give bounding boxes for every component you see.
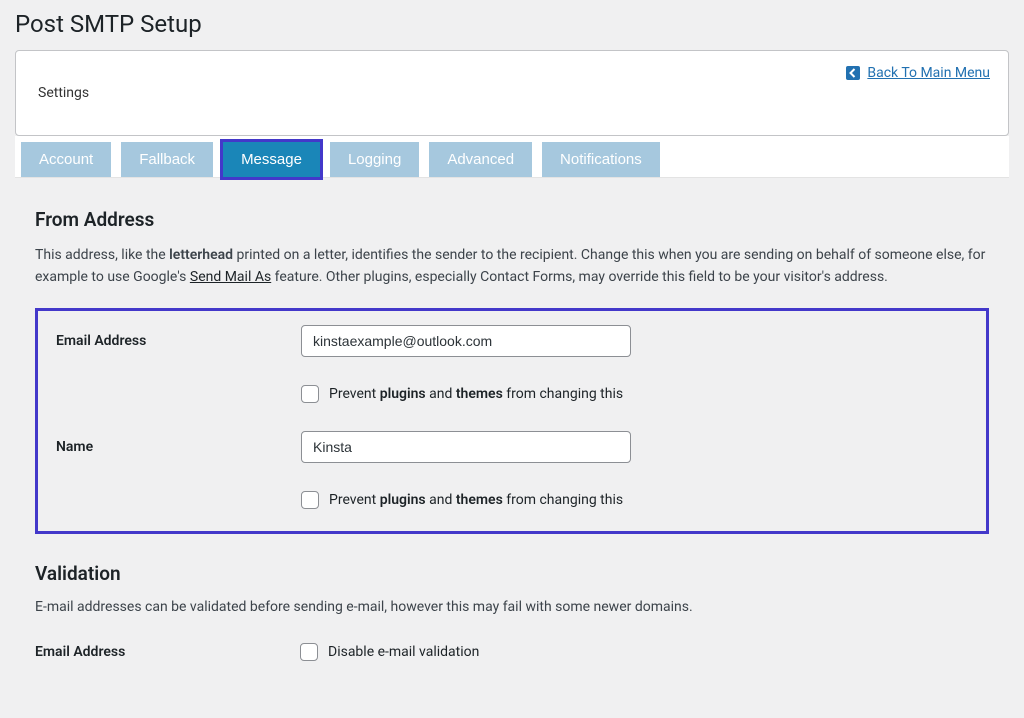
tab-content: From Address This address, like the lett… — [15, 178, 1009, 661]
check-text: and — [426, 492, 456, 508]
desc-text: feature. Other plugins, especially Conta… — [271, 269, 888, 285]
check-bold: plugins — [380, 386, 426, 402]
name-label: Name — [56, 439, 301, 455]
check-bold: themes — [456, 492, 503, 508]
disable-validation-label: Disable e-mail validation — [328, 644, 479, 660]
from-address-description: This address, like the letterhead printe… — [35, 245, 989, 288]
send-mail-as-link[interactable]: Send Mail As — [190, 269, 271, 285]
settings-header-card: Back To Main Menu Settings — [15, 50, 1009, 136]
check-bold: plugins — [380, 492, 426, 508]
from-address-heading: From Address — [35, 208, 989, 231]
prevent-change-name-row: Prevent plugins and themes from changing… — [56, 491, 968, 509]
email-address-row: Email Address — [56, 325, 968, 357]
back-arrow-icon — [845, 65, 861, 81]
page-title: Post SMTP Setup — [15, 10, 1009, 38]
disable-validation-checkbox[interactable] — [300, 643, 318, 661]
prevent-change-name-checkbox[interactable] — [301, 491, 319, 509]
name-field[interactable] — [301, 431, 631, 463]
tabs-row: Account Fallback Message Logging Advance… — [15, 136, 1009, 178]
tab-message[interactable]: Message — [223, 142, 320, 177]
check-text: Prevent — [329, 492, 380, 508]
email-address-field[interactable] — [301, 325, 631, 357]
desc-bold: letterhead — [169, 247, 233, 263]
tab-account[interactable]: Account — [21, 142, 111, 177]
check-text: and — [426, 386, 456, 402]
validation-row: Email Address Disable e-mail validation — [35, 643, 989, 661]
prevent-change-email-row: Prevent plugins and themes from changing… — [56, 385, 968, 403]
tab-logging[interactable]: Logging — [330, 142, 419, 177]
validation-heading: Validation — [35, 562, 989, 585]
validation-description: E-mail addresses can be validated before… — [35, 599, 989, 615]
back-to-main-menu-text[interactable]: Back To Main Menu — [867, 65, 990, 81]
tab-advanced[interactable]: Advanced — [429, 142, 532, 177]
check-text: Prevent — [329, 386, 380, 402]
prevent-change-email-checkbox[interactable] — [301, 385, 319, 403]
back-to-main-menu-link[interactable]: Back To Main Menu — [845, 65, 990, 81]
check-bold: themes — [456, 386, 503, 402]
check-text: from changing this — [503, 492, 623, 508]
from-address-form-block: Email Address Prevent plugins and themes… — [35, 308, 989, 534]
prevent-change-name-label: Prevent plugins and themes from changing… — [329, 492, 623, 508]
settings-label: Settings — [38, 69, 986, 101]
tab-fallback[interactable]: Fallback — [121, 142, 213, 177]
tab-notifications[interactable]: Notifications — [542, 142, 660, 177]
desc-text: This address, like the — [35, 247, 169, 263]
name-row: Name — [56, 431, 968, 463]
email-address-label: Email Address — [56, 333, 301, 349]
prevent-change-email-label: Prevent plugins and themes from changing… — [329, 386, 623, 402]
check-text: from changing this — [503, 386, 623, 402]
validation-email-label: Email Address — [35, 644, 300, 660]
